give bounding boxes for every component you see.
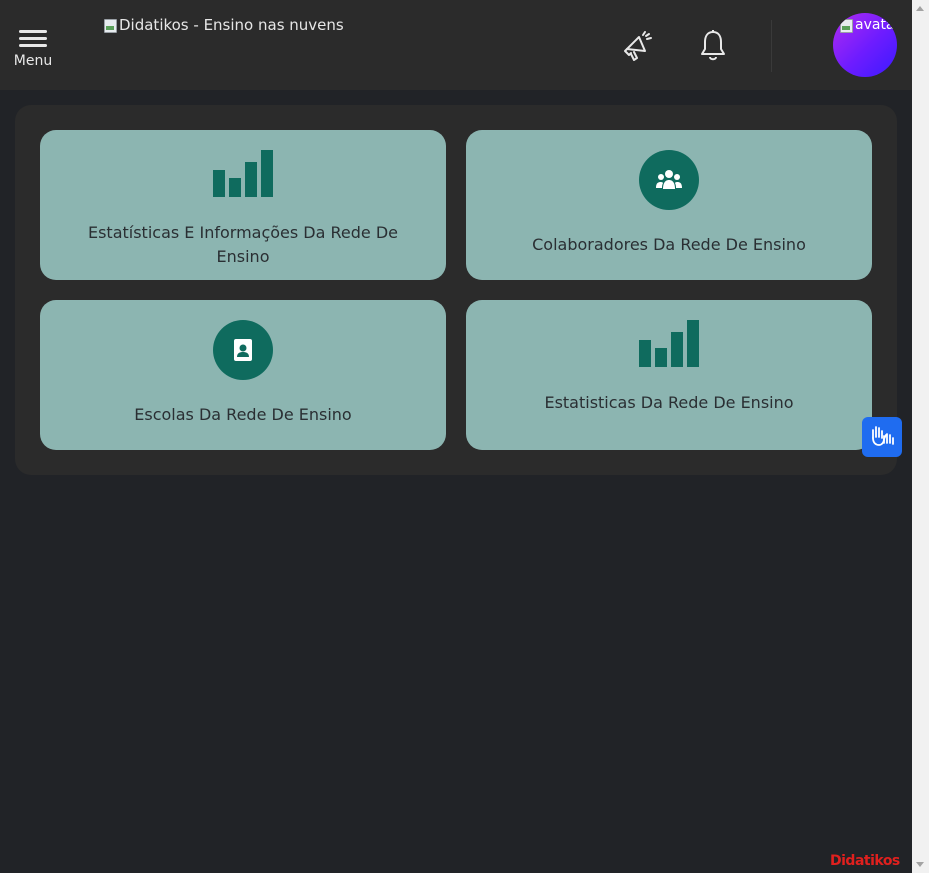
card-escolas[interactable]: Escolas Da Rede De Ensino <box>40 300 446 450</box>
dashboard-panel: Estatísticas E Informações Da Rede De En… <box>15 105 897 475</box>
broken-image-icon <box>103 17 117 33</box>
menu-label: Menu <box>13 53 53 69</box>
app-logo[interactable]: Didatikos - Ensino nas nuvens <box>103 16 344 34</box>
page-scrollbar[interactable] <box>912 0 929 873</box>
header-divider <box>771 20 772 72</box>
megaphone-icon <box>624 31 652 61</box>
card-colaboradores[interactable]: Colaboradores Da Rede De Ensino <box>466 130 872 280</box>
card-title: Estatisticas Da Rede De Ensino <box>544 393 794 412</box>
card-estatisticas[interactable]: Estatisticas Da Rede De Ensino <box>466 300 872 450</box>
hamburger-icon <box>19 28 47 47</box>
bar-chart-icon <box>639 320 699 367</box>
card-title: Estatísticas E Informações Da Rede De En… <box>87 223 399 266</box>
user-avatar[interactable]: avatar <box>833 13 897 77</box>
card-title: Escolas Da Rede De Ensino <box>134 405 352 424</box>
footer-brand-logo: Didatikos <box>830 853 900 869</box>
contact-badge-icon <box>234 339 252 361</box>
broken-image-icon <box>839 17 853 33</box>
logo-alt-text: Didatikos - Ensino nas nuvens <box>119 16 344 34</box>
sign-language-hands-icon <box>872 426 894 446</box>
accessibility-vlibras-button[interactable] <box>862 417 902 457</box>
menu-button[interactable]: Menu <box>10 28 56 74</box>
top-navbar: Menu Didatikos - Ensino nas nuvens avata… <box>0 0 912 90</box>
card-estatisticas-informacoes[interactable]: Estatísticas E Informações Da Rede De En… <box>40 130 446 280</box>
users-group-icon <box>656 170 682 189</box>
scrollbar-thumb[interactable] <box>914 17 927 856</box>
announcements-button[interactable] <box>620 28 654 64</box>
scroll-up-arrow-icon[interactable] <box>916 6 924 11</box>
avatar-alt-text: avatar <box>855 17 897 33</box>
bell-icon <box>701 30 725 61</box>
card-title: Colaboradores Da Rede De Ensino <box>532 235 806 254</box>
scroll-down-arrow-icon[interactable] <box>916 862 924 867</box>
notifications-button[interactable] <box>696 28 730 64</box>
bar-chart-icon <box>213 150 273 197</box>
